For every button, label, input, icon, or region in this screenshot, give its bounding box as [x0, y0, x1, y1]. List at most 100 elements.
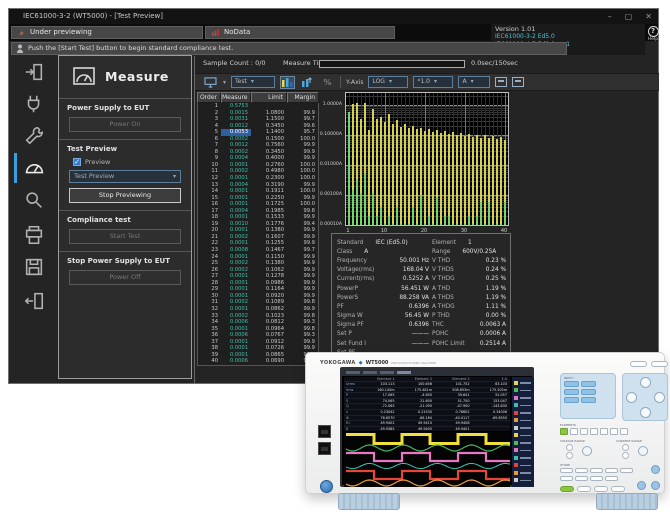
instrument-key [611, 486, 625, 492]
stat-row: Voltage(rms)168.04 V [337, 266, 429, 275]
preview-status-badge: Under previewing [11, 26, 203, 39]
column-header-limit[interactable]: Limit [251, 92, 287, 103]
screen-table-cell: 74.065 [360, 399, 398, 404]
stat-row: Sigma W56.45 W [337, 312, 429, 321]
screen-table-row: fI49.938549.940549.9401 [344, 427, 510, 431]
stat-label: A THD [432, 286, 450, 292]
power-supply-heading: Power Supply to EUT [59, 99, 191, 116]
view-select[interactable]: Test ▾ [231, 76, 275, 88]
stat-label: POHC Limit [432, 341, 465, 347]
instrument-elements-row: ELEMENTS [560, 423, 668, 435]
chevron-down-icon: ▾ [471, 77, 474, 87]
sidebar-item-wiring[interactable] [13, 89, 55, 119]
instrument-key [570, 428, 578, 435]
tile-windows-icon[interactable] [512, 77, 524, 87]
measurement-stats-panel: StandardIEC (Ed5.0)ClassAFrequency50.001… [331, 233, 511, 359]
start-test-button[interactable]: Start Test [69, 229, 181, 244]
screen-table-cell: 49.9401 [435, 427, 473, 431]
sidebar-item-settings[interactable] [13, 121, 55, 151]
stat-value: 1.19 % [454, 295, 506, 301]
stat-row: Range600V/0.25A [432, 247, 506, 256]
power-on-button[interactable]: Power On [69, 117, 181, 132]
chart-y-axis: 1.0000A0.10000A0.01000A0.00100A0.00010A [315, 92, 343, 224]
elapsed-time: 0.0sec/150sec [471, 59, 518, 67]
power-off-button[interactable]: Power Off [69, 270, 181, 285]
measure-bar [400, 224, 403, 225]
stop-previewing-button[interactable]: Stop Previewing [69, 188, 181, 203]
harmonic-cell: 0.0690 [251, 358, 287, 365]
instrument-key [590, 468, 603, 473]
bar-graph-button[interactable] [280, 76, 295, 89]
plug-icon [23, 93, 45, 115]
sidebar-item-connect[interactable] [13, 57, 55, 87]
bar-chart-arrow-icon [302, 77, 313, 87]
stat-label: Sigma PF [337, 322, 364, 328]
chevron-down-icon[interactable]: ▾ [223, 79, 226, 86]
measure-bar [472, 224, 475, 225]
help-button[interactable]: ? Help [646, 24, 660, 55]
gauge-icon [71, 64, 97, 88]
instrument-key [581, 389, 596, 395]
title-bar: IEC61000-3-2 (WT5000) - [Test Preview] –… [9, 9, 658, 24]
maximize-button[interactable]: ▢ [625, 9, 633, 24]
instrument-key [580, 428, 588, 435]
screen-table-cell: 0.23042 [360, 410, 398, 415]
chevron-down-icon: ▾ [434, 77, 437, 87]
help-icon[interactable]: ? [648, 26, 659, 37]
limit-bar [392, 124, 395, 225]
screen-table-cell: Φ [344, 416, 360, 421]
compliance-test-heading: Compliance test [59, 211, 191, 228]
side-menu-item [514, 394, 532, 402]
side-menu-item [514, 424, 532, 432]
preview-mode-select[interactable]: Test Preview ▾ [69, 170, 181, 183]
instrument-key [590, 476, 603, 481]
limit-bar [452, 132, 455, 225]
y-axis-tick-label: 1.0000A [323, 102, 342, 107]
stop-power-heading: Stop Power Supply to EUT [59, 252, 191, 269]
stat-label: Frequency [337, 258, 367, 264]
bar-graph-list-button[interactable] [300, 76, 315, 89]
scale-select[interactable]: LOG ▾ [368, 76, 408, 88]
sample-count: Sample Count : 0/0 [203, 59, 266, 67]
close-button[interactable]: ✕ [645, 9, 652, 24]
display-mode-button[interactable] [203, 76, 218, 89]
sidebar-item-measure[interactable] [13, 153, 55, 183]
percent-view-button[interactable]: % [320, 76, 335, 89]
instrument-key [620, 468, 633, 473]
measure-bar [452, 224, 455, 225]
preview-checkbox[interactable]: ✓ [73, 158, 81, 166]
multiplier-select[interactable]: *1.0 ▾ [413, 76, 453, 88]
sidebar-item-print[interactable] [13, 220, 55, 250]
data-status-badge: NoData [205, 26, 395, 39]
sidebar-item-save[interactable] [13, 252, 55, 282]
measure-bar [356, 180, 359, 225]
screen-table-header-cell: Σ A [473, 377, 511, 381]
cascade-windows-icon[interactable] [495, 77, 507, 87]
unit-select[interactable]: A ▾ [458, 76, 490, 88]
instrument-key [564, 389, 579, 395]
stat-label: Element [432, 240, 456, 246]
stat-value: 1.19 % [450, 286, 506, 292]
column-header-order[interactable]: Order [197, 92, 221, 103]
minimize-button[interactable]: – [608, 9, 612, 24]
stats-left-column: StandardIEC (Ed5.0)ClassAFrequency50.001… [337, 238, 429, 357]
screen-table-cell: S [344, 399, 360, 404]
instrument-key [594, 486, 608, 492]
preview-mode-value: Test Preview [74, 171, 114, 182]
screen-table-cell: 52.057 [473, 393, 511, 398]
limit-bar [368, 130, 371, 225]
screen-waveform-area [344, 432, 510, 487]
stat-value: 0.0006 A [448, 331, 506, 337]
stat-row: A THDG1.11 % [432, 302, 506, 311]
gridline [346, 121, 508, 122]
gauge-icon [22, 157, 46, 179]
stat-value: 88.258 VA [358, 295, 429, 301]
main-area: Sample Count : 0/0 Measure Time : 0.0sec… [195, 55, 659, 383]
column-header-measure[interactable]: Measure [221, 92, 251, 103]
measure-bar [348, 112, 351, 225]
chart-toolbar: ▾ Test ▾ % Y-Axis LOG ▾ *1.0 ▾ [195, 73, 659, 91]
sidebar-item-review[interactable] [13, 185, 55, 215]
sidebar-item-exit[interactable] [13, 286, 55, 316]
harmonics-bar-chart [345, 92, 509, 226]
chevron-down-icon: ▾ [173, 171, 176, 182]
